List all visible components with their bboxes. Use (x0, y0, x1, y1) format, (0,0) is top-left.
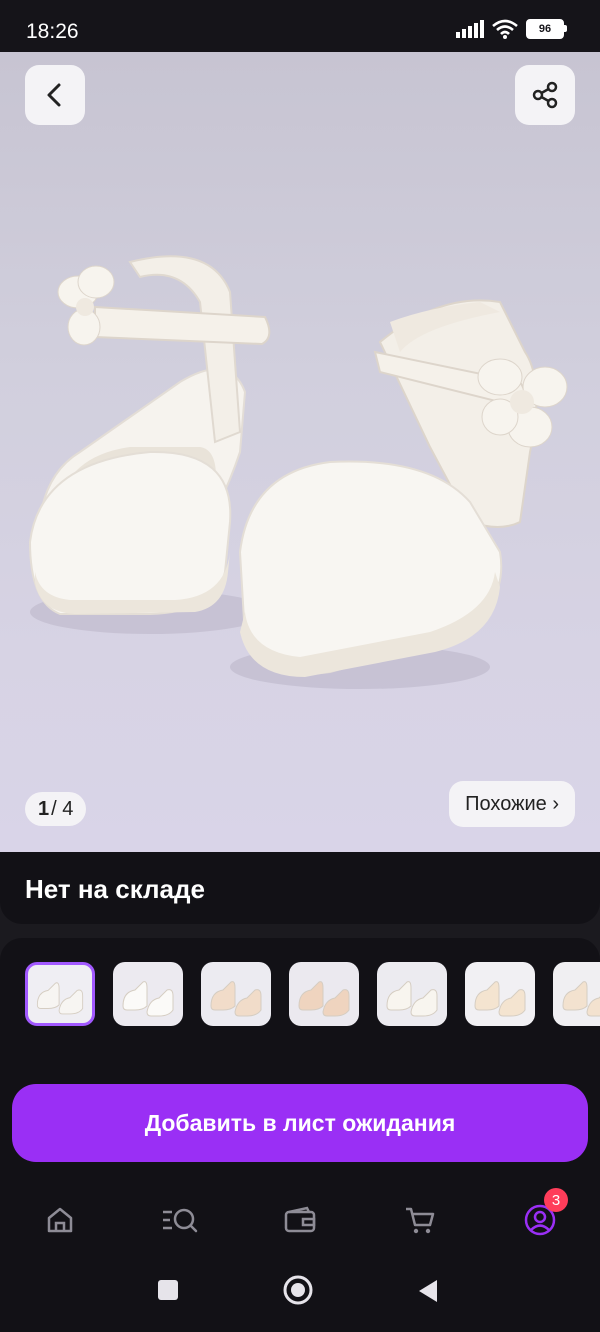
home-system-button[interactable] (282, 1274, 314, 1311)
battery-indicator: 96 (526, 19, 567, 39)
similar-button[interactable]: Похожие › (449, 781, 575, 827)
back-button[interactable] (25, 65, 85, 125)
profile-badge: 3 (544, 1188, 568, 1212)
thumbnail-strip[interactable] (25, 962, 600, 1026)
thumbnail-shoe-image (386, 981, 438, 1017)
back-system-button[interactable] (416, 1278, 440, 1309)
thumbnail-5[interactable] (377, 962, 447, 1026)
share-button[interactable] (515, 65, 575, 125)
availability-panel: Нет на складе (0, 852, 600, 924)
nav-profile[interactable]: 3 (520, 1188, 568, 1240)
signal-icon (456, 20, 484, 38)
thumbnail-4[interactable] (289, 962, 359, 1026)
bottom-navigation: 3 (0, 1188, 600, 1250)
product-photo (28, 255, 568, 689)
share-icon (532, 81, 558, 109)
triangle-back-icon (419, 1280, 437, 1302)
waitlist-label: Добавить в лист ожидания (144, 1109, 456, 1136)
add-to-waitlist-button[interactable]: Добавить в лист ожидания (12, 1084, 588, 1162)
cart-icon (406, 1207, 435, 1234)
nav-catalog[interactable] (160, 1200, 200, 1240)
availability-status: Нет на складе (25, 874, 205, 904)
thumbnail-6[interactable] (465, 962, 535, 1026)
catalog-search-icon (163, 1208, 198, 1233)
nav-home[interactable] (40, 1200, 80, 1240)
square-icon (158, 1280, 178, 1300)
thumbnail-1[interactable] (25, 962, 95, 1026)
thumbnail-7[interactable] (553, 962, 600, 1026)
wifi-icon (492, 19, 518, 39)
wallet-icon (284, 1206, 316, 1233)
status-bar: 18:26 96 (0, 0, 600, 52)
thumbnail-shoe-image (122, 981, 174, 1017)
image-pager: 1 / 4 (25, 792, 87, 826)
chevron-left-icon (47, 83, 61, 107)
status-icons: 96 (456, 19, 567, 39)
thumbnail-shoe-image (298, 981, 350, 1017)
similar-label: Похожие › (465, 792, 559, 815)
product-image-gallery[interactable]: 1 / 4 Похожие › (0, 52, 600, 852)
circle-icon (283, 1275, 313, 1305)
battery-level: 96 (538, 23, 552, 35)
thumbnail-shoe-image (210, 981, 262, 1017)
pager-total: / 4 (51, 797, 74, 820)
nav-cart[interactable] (400, 1200, 440, 1240)
recents-button[interactable] (156, 1278, 180, 1307)
thumbnail-3[interactable] (201, 962, 271, 1026)
bottom-panel: Добавить в лист ожидания 3 (0, 938, 600, 1332)
thumbnail-shoe-image (474, 981, 526, 1017)
thumbnail-2[interactable] (113, 962, 183, 1026)
thumbnail-shoe-image (36, 982, 84, 1015)
status-time: 18:26 (26, 20, 79, 43)
pager-current: 1 (38, 797, 50, 820)
system-navigation-bar (0, 1268, 600, 1322)
home-icon (47, 1207, 73, 1233)
thumbnail-shoe-image (562, 981, 600, 1017)
nav-wallet[interactable] (280, 1200, 320, 1240)
